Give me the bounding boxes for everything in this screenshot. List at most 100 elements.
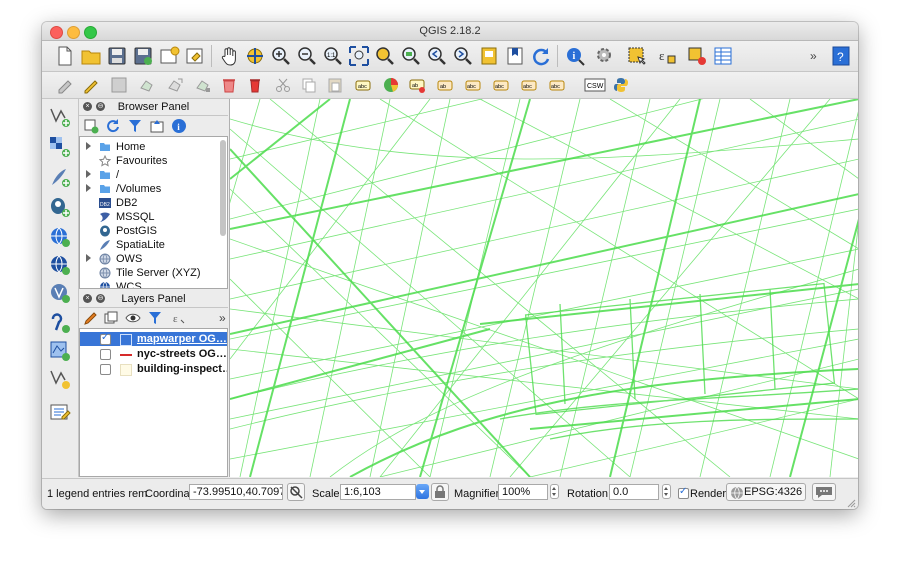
coordinate-field[interactable]: -73.99510,40.70970 bbox=[189, 484, 283, 500]
magnifier-stepper[interactable] bbox=[550, 484, 559, 499]
add-wfs-layer-icon[interactable] bbox=[48, 281, 72, 305]
save-as-icon[interactable] bbox=[132, 45, 154, 67]
toggle-editing-icon[interactable] bbox=[82, 76, 104, 98]
add-selected-layers-icon[interactable] bbox=[83, 118, 99, 134]
browser-item-postgis[interactable]: PostGIS bbox=[80, 224, 227, 238]
attribute-table-icon[interactable] bbox=[712, 45, 734, 67]
browser-tree[interactable]: Home Favourites / /Volumes DB2 DB2 MSSQL… bbox=[79, 136, 228, 289]
toolbar-overflow-button[interactable]: » bbox=[810, 49, 817, 63]
add-wcs-layer-icon[interactable] bbox=[48, 253, 72, 277]
zoom-full-icon[interactable] bbox=[348, 45, 370, 67]
zoom-last-icon[interactable] bbox=[426, 45, 448, 67]
browser-item-mssql[interactable]: MSSQL bbox=[80, 210, 227, 224]
rotate-label-icon[interactable]: abc bbox=[520, 76, 542, 98]
zoom-to-selection-icon[interactable] bbox=[374, 45, 396, 67]
open-project-icon[interactable] bbox=[80, 45, 102, 67]
label-tool-icon[interactable]: abc bbox=[354, 76, 376, 98]
identify-features-icon[interactable]: i bbox=[564, 45, 586, 67]
layer-visibility-checkbox[interactable] bbox=[100, 332, 111, 345]
rotation-stepper[interactable] bbox=[662, 484, 671, 499]
toggle-extents-icon[interactable] bbox=[287, 483, 305, 501]
zoom-in-icon[interactable] bbox=[270, 45, 292, 67]
add-spatialite-layer-icon[interactable] bbox=[48, 165, 72, 189]
layer-row-building-inspections[interactable]: building-inspect… bbox=[80, 362, 227, 376]
layer-row-nyc-streets[interactable]: nyc-streets OG… bbox=[80, 347, 227, 361]
new-project-icon[interactable] bbox=[54, 45, 76, 67]
zoom-native-resolution-icon[interactable]: 1:1 bbox=[322, 45, 344, 67]
paste-features-icon[interactable] bbox=[326, 76, 348, 98]
diagram-tool-icon[interactable] bbox=[382, 76, 404, 98]
scale-combobox[interactable]: 1:6,103 bbox=[340, 484, 416, 500]
add-vector-layer-icon[interactable] bbox=[48, 105, 72, 129]
filter-icon[interactable] bbox=[127, 118, 143, 134]
new-shapefile-layer-icon[interactable] bbox=[48, 367, 72, 391]
browser-item-root[interactable]: / bbox=[80, 168, 227, 182]
zoom-to-layer-icon[interactable] bbox=[400, 45, 422, 67]
pan-to-selection-icon[interactable] bbox=[244, 45, 266, 67]
add-raster-layer-icon[interactable] bbox=[48, 135, 72, 159]
show-hide-labels-icon[interactable]: abc bbox=[464, 76, 486, 98]
browser-item-wcs[interactable]: WCS bbox=[80, 280, 227, 288]
browser-item-tile-server[interactable]: Tile Server (XYZ) bbox=[80, 266, 227, 280]
layers-tree[interactable]: mapwarper OG… nyc-streets OG… building-i… bbox=[79, 328, 228, 477]
help-icon[interactable]: ? bbox=[832, 46, 850, 66]
browser-item-volumes[interactable]: /Volumes bbox=[80, 182, 227, 196]
resize-grip-icon[interactable] bbox=[847, 499, 856, 508]
csw-icon[interactable]: CSW bbox=[584, 76, 606, 98]
composer-manager-icon[interactable] bbox=[184, 45, 206, 67]
browser-scrollbar[interactable] bbox=[220, 140, 226, 236]
layer-row-mapwarper[interactable]: mapwarper OG… bbox=[80, 332, 227, 346]
change-label-icon[interactable]: abc bbox=[548, 76, 570, 98]
add-feature-icon[interactable] bbox=[138, 76, 160, 98]
layer-visibility-checkbox[interactable] bbox=[100, 349, 111, 360]
move-feature-icon[interactable] bbox=[166, 76, 188, 98]
style-brush-icon[interactable] bbox=[83, 310, 99, 326]
browser-item-ows[interactable]: OWS bbox=[80, 252, 227, 266]
deselect-features-icon[interactable] bbox=[686, 45, 708, 67]
browser-item-home[interactable]: Home bbox=[80, 140, 227, 154]
lock-scale-icon[interactable] bbox=[431, 483, 449, 501]
refresh-icon[interactable] bbox=[530, 45, 552, 67]
expand-arrow-icon[interactable] bbox=[86, 142, 91, 150]
scale-dropdown-button[interactable] bbox=[416, 484, 429, 499]
add-postgis-layer-icon[interactable] bbox=[48, 195, 72, 219]
browser-item-spatialite[interactable]: SpatiaLite bbox=[80, 238, 227, 252]
copy-features-icon[interactable] bbox=[300, 76, 322, 98]
pin-labels-icon[interactable]: ab bbox=[436, 76, 458, 98]
rotation-field[interactable]: 0.0 bbox=[609, 484, 659, 500]
add-group-icon[interactable] bbox=[103, 310, 119, 326]
crs-status-button[interactable]: EPSG:4326 bbox=[726, 483, 806, 501]
cut-features-icon[interactable] bbox=[274, 76, 296, 98]
new-print-composer-icon[interactable] bbox=[158, 45, 180, 67]
pan-hand-icon[interactable] bbox=[218, 45, 240, 67]
browser-item-favourites[interactable]: Favourites bbox=[80, 154, 227, 168]
expand-arrow-icon[interactable] bbox=[86, 254, 91, 262]
move-label-icon[interactable]: abc bbox=[492, 76, 514, 98]
add-wms-layer-icon[interactable] bbox=[48, 225, 72, 249]
python-console-icon[interactable] bbox=[612, 76, 634, 98]
collapse-all-icon[interactable] bbox=[149, 118, 165, 134]
select-by-expression-icon[interactable]: ε bbox=[656, 45, 678, 67]
trash-icon[interactable] bbox=[246, 76, 268, 98]
magnifier-field[interactable]: 100% bbox=[498, 484, 548, 500]
zoom-next-icon[interactable] bbox=[452, 45, 474, 67]
layer-visibility-checkbox[interactable] bbox=[100, 364, 111, 375]
save-edits-icon[interactable] bbox=[110, 76, 132, 98]
save-project-icon[interactable] bbox=[106, 45, 128, 67]
new-geopackage-layer-icon[interactable] bbox=[48, 339, 72, 363]
node-tool-icon[interactable] bbox=[194, 76, 216, 98]
expand-arrow-icon[interactable] bbox=[86, 184, 91, 192]
render-checkbox[interactable] bbox=[678, 486, 689, 499]
bookmarks-icon[interactable] bbox=[504, 45, 526, 67]
expand-arrow-icon[interactable] bbox=[86, 170, 91, 178]
manage-visibility-icon[interactable] bbox=[125, 310, 141, 326]
filter-legend-icon[interactable] bbox=[147, 310, 163, 326]
info-icon[interactable]: i bbox=[171, 118, 187, 134]
layers-toolbar-overflow-button[interactable]: » bbox=[219, 311, 226, 325]
current-edits-icon[interactable] bbox=[56, 76, 78, 98]
browser-item-db2[interactable]: DB2 DB2 bbox=[80, 196, 227, 210]
add-annotation-icon[interactable] bbox=[48, 401, 72, 425]
zoom-out-icon[interactable] bbox=[296, 45, 318, 67]
filter-by-expression-icon[interactable]: ε bbox=[171, 310, 187, 326]
new-map-view-icon[interactable] bbox=[478, 45, 500, 67]
